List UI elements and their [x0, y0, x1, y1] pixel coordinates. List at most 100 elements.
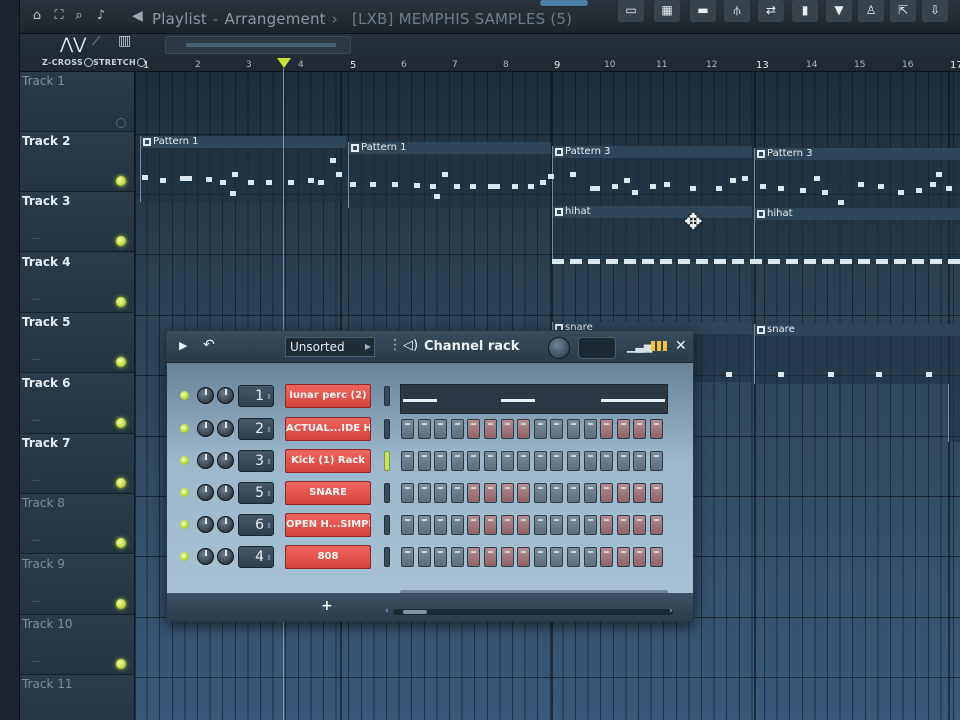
channel-select-indicator[interactable]: [384, 386, 390, 406]
step-button[interactable]: [533, 483, 547, 503]
step-button[interactable]: [467, 547, 481, 567]
channel-volume-knob[interactable]: [217, 516, 234, 533]
tool-save-icon[interactable]: ▮: [792, 0, 818, 22]
tool-download-icon[interactable]: ⇩: [922, 0, 948, 22]
step-button[interactable]: [533, 451, 547, 471]
channel-name-button[interactable]: lunar perc (2): [285, 384, 371, 408]
channel-row[interactable]: 6 OPEN H...SIMPLE: [167, 510, 693, 540]
step-button[interactable]: [600, 419, 614, 439]
channel-mute-led-icon[interactable]: [180, 552, 189, 561]
drag-handle-icon[interactable]: ⋮: [388, 337, 402, 353]
channel-scrollbar[interactable]: [393, 609, 673, 615]
pencil-icon[interactable]: ⟋: [92, 34, 100, 49]
track-mute-icon[interactable]: [116, 478, 126, 488]
pattern-clip[interactable]: Pattern 1: [140, 136, 346, 202]
channel-name-button[interactable]: SNARE: [285, 481, 371, 505]
channel-mixer-track[interactable]: 5: [238, 482, 274, 504]
channel-select-indicator[interactable]: [384, 515, 390, 535]
channel-mute-led-icon[interactable]: [180, 391, 189, 400]
step-button[interactable]: [616, 419, 630, 439]
step-button[interactable]: [600, 515, 614, 535]
step-button[interactable]: [583, 419, 597, 439]
tool-person-icon[interactable]: ♙: [858, 0, 884, 22]
channel-mixer-track[interactable]: 1: [238, 385, 274, 407]
channel-volume-knob[interactable]: [217, 452, 234, 469]
step-button[interactable]: [434, 419, 448, 439]
track-header[interactable]: Track 1: [20, 72, 134, 132]
step-button[interactable]: [550, 547, 564, 567]
step-button[interactable]: [417, 419, 431, 439]
channel-pan-knob[interactable]: [197, 452, 214, 469]
pattern-clip[interactable]: Pattern 3: [552, 146, 752, 212]
step-button[interactable]: [533, 547, 547, 567]
step-button[interactable]: [616, 547, 630, 567]
step-button[interactable]: [550, 451, 564, 471]
channel-volume-knob[interactable]: [217, 387, 234, 404]
pattern-clip-edge[interactable]: [948, 384, 960, 442]
track-mute-icon[interactable]: [116, 118, 126, 128]
fullscreen-icon[interactable]: ⛶: [52, 9, 66, 23]
step-button[interactable]: [650, 483, 663, 503]
track-mute-icon[interactable]: [116, 538, 126, 548]
step-button[interactable]: [583, 515, 597, 535]
channel-mixer-track[interactable]: 3: [238, 450, 274, 472]
channel-mixer-track[interactable]: 6: [238, 514, 274, 536]
channel-name-button[interactable]: 808: [285, 545, 371, 569]
channel-mixer-track[interactable]: 4: [238, 546, 274, 568]
step-button[interactable]: [550, 419, 564, 439]
step-button[interactable]: [401, 547, 414, 567]
step-button[interactable]: [633, 451, 647, 471]
step-button[interactable]: [484, 515, 497, 535]
step-button[interactable]: [550, 483, 564, 503]
add-channel-button[interactable]: +: [321, 598, 333, 614]
track-header[interactable]: Track 6 ...: [20, 374, 134, 434]
step-button[interactable]: [517, 547, 531, 567]
channel-pan-knob[interactable]: [197, 516, 214, 533]
step-button[interactable]: [517, 451, 531, 471]
track-header[interactable]: Track 8 ...: [20, 494, 134, 554]
channel-name-button[interactable]: Kick (1) Rack: [285, 449, 371, 473]
step-button[interactable]: [500, 515, 514, 535]
step-button[interactable]: [450, 419, 464, 439]
channel-row[interactable]: 3 Kick (1) Rack: [167, 446, 693, 476]
step-button[interactable]: [484, 451, 497, 471]
step-button[interactable]: [467, 483, 481, 503]
step-button[interactable]: [583, 451, 597, 471]
channel-select-indicator[interactable]: [384, 483, 390, 503]
zoom-icon[interactable]: ⌕: [72, 9, 86, 23]
step-button[interactable]: [500, 419, 514, 439]
tool-link-icon[interactable]: ⇄: [758, 0, 784, 22]
channel-mute-led-icon[interactable]: [180, 520, 189, 529]
step-sequencer-icon[interactable]: [651, 341, 667, 351]
step-button[interactable]: [567, 483, 580, 503]
channel-volume-knob[interactable]: [217, 484, 234, 501]
zcross-radio-icon[interactable]: [84, 58, 94, 67]
track-header[interactable]: Track 4 ...: [20, 253, 134, 313]
step-button[interactable]: [633, 419, 647, 439]
tool-piano-icon[interactable]: ▦: [654, 0, 680, 22]
tool-export-icon[interactable]: ⇱: [890, 0, 916, 22]
channel-mute-led-icon[interactable]: [180, 424, 189, 433]
hihat-clip[interactable]: hihat: [754, 208, 960, 264]
scroll-left-icon[interactable]: ‹: [385, 606, 389, 616]
step-button[interactable]: [484, 483, 497, 503]
snap-slider[interactable]: [165, 36, 351, 54]
step-button[interactable]: [533, 515, 547, 535]
filter-group-dropdown[interactable]: Unsorted ▶: [285, 337, 375, 357]
step-button[interactable]: [450, 515, 464, 535]
step-button[interactable]: [467, 515, 481, 535]
track-header[interactable]: Track 10 ...: [20, 615, 134, 675]
track-header[interactable]: Track 7 ...: [20, 434, 134, 494]
step-button[interactable]: [583, 483, 597, 503]
channel-row[interactable]: 4 808: [167, 542, 693, 572]
step-button[interactable]: [450, 451, 464, 471]
step-button[interactable]: [650, 419, 663, 439]
step-button[interactable]: [434, 483, 448, 503]
step-button[interactable]: [517, 483, 531, 503]
channel-name-button[interactable]: ACTUAL...IDE HAT: [285, 417, 371, 441]
step-button[interactable]: [533, 419, 547, 439]
step-button[interactable]: [467, 419, 481, 439]
scroll-right-icon[interactable]: ›: [669, 606, 673, 616]
channel-mute-led-icon[interactable]: [180, 488, 189, 497]
swing-slider[interactable]: [578, 337, 616, 359]
